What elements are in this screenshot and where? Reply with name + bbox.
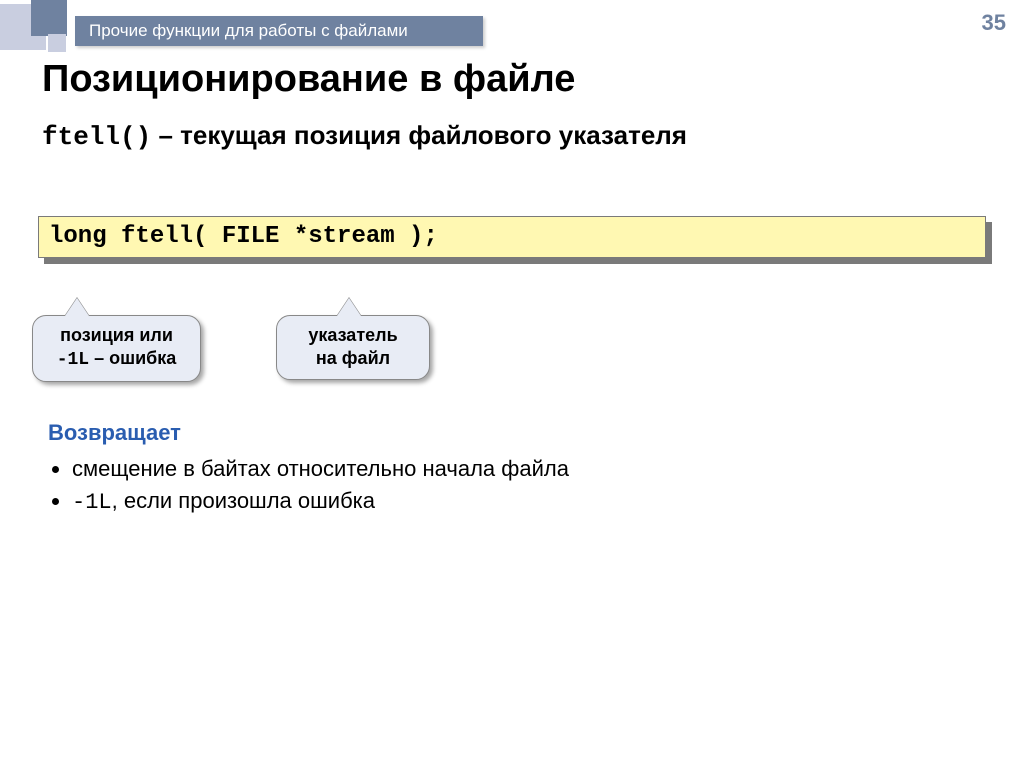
returns-heading: Возвращает — [48, 420, 569, 446]
callout-stream-param: указатель на файл — [276, 315, 430, 380]
callout-2-line2: на файл — [316, 348, 390, 368]
section-title: Прочие функции для работы с файлами — [89, 21, 408, 41]
section-header: Прочие функции для работы с файлами — [75, 16, 483, 46]
decor-square-dark — [31, 0, 67, 36]
callout-1-rest: – ошибка — [89, 348, 176, 368]
code-block: long ftell( FILE *stream ); — [38, 216, 986, 258]
slide-title: Позиционирование в файле — [42, 58, 575, 101]
function-name: ftell() — [42, 122, 151, 152]
returns-list: смещение в байтах относительно начала фа… — [48, 456, 569, 515]
callout-1-line1: позиция или — [60, 325, 173, 345]
decor-square-small — [48, 34, 66, 52]
code-text: long ftell( FILE *stream ); — [38, 216, 986, 258]
returns-item-2-code: -1L — [72, 490, 112, 515]
subtitle-sep: – — [151, 120, 180, 150]
returns-item-2: -1L, если произошла ошибка — [72, 488, 569, 515]
subtitle-desc: текущая позиция файлового указателя — [180, 120, 687, 150]
returns-item-2-rest: , если произошла ошибка — [112, 488, 375, 513]
callout-return-value: позиция или -1L – ошибка — [32, 315, 201, 382]
page-number: 35 — [982, 10, 1006, 36]
subtitle: ftell() – текущая позиция файлового указ… — [42, 120, 687, 152]
callout-2-line1: указатель — [308, 325, 397, 345]
returns-section: Возвращает смещение в байтах относительн… — [48, 420, 569, 521]
slide: Прочие функции для работы с файлами 35 П… — [0, 0, 1024, 767]
returns-item-1: смещение в байтах относительно начала фа… — [72, 456, 569, 482]
callout-1-code: -1L — [57, 350, 89, 370]
